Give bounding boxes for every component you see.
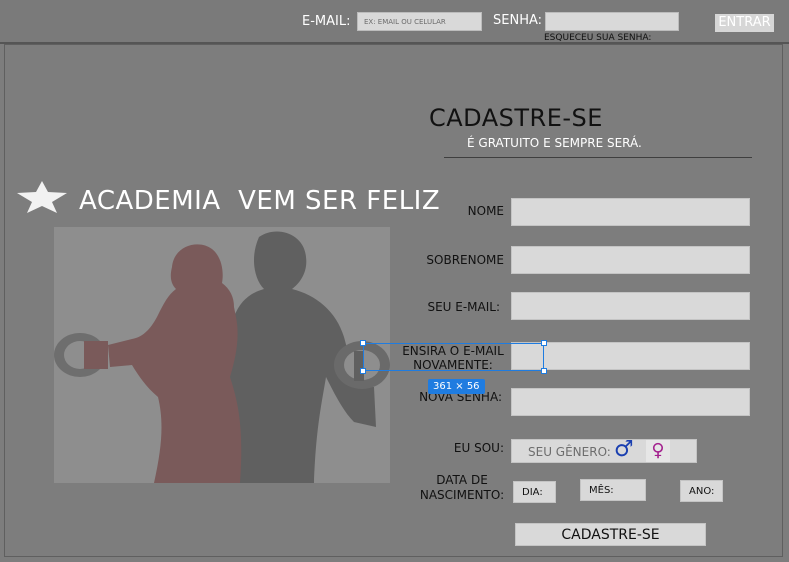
first-name-label: NOME — [467, 204, 504, 218]
login-email-placeholder: EX: EMAIL OU CELULAR — [364, 18, 446, 26]
selection-handle-top-right[interactable] — [541, 340, 547, 346]
fitness-couple-image — [54, 227, 390, 483]
selection-size-badge: 361 × 56 — [428, 379, 485, 394]
signup-submit-button[interactable]: CADASTRE-SE — [515, 523, 706, 546]
last-name-input[interactable] — [511, 246, 750, 274]
gender-placeholder: SEU GÊNERO: — [528, 445, 611, 459]
birth-date-label: DATA DE NASCIMENTO: — [419, 473, 505, 502]
selection-handle-bottom-left[interactable] — [360, 368, 366, 374]
login-password-label: SENHA: — [493, 13, 543, 28]
birth-month-select[interactable]: MÊS: — [580, 479, 646, 501]
title-divider — [444, 157, 752, 158]
selection-handle-top-left[interactable] — [360, 340, 366, 346]
gender-selector[interactable]: SEU GÊNERO: ♂ ♀ — [511, 438, 697, 463]
login-password-input[interactable] — [545, 12, 679, 31]
female-icon[interactable]: ♀ — [646, 440, 670, 462]
birth-day-select[interactable]: DIA: — [513, 481, 556, 503]
email-confirm-input[interactable] — [511, 342, 750, 370]
birth-year-select[interactable]: ANO: — [680, 480, 723, 502]
last-name-label: SOBRENOME — [426, 253, 504, 267]
login-email-input[interactable]: EX: EMAIL OU CELULAR — [357, 12, 482, 31]
selection-box[interactable] — [363, 343, 544, 371]
star-icon — [17, 181, 67, 213]
login-button[interactable]: ENTRAR — [715, 14, 774, 32]
signup-subtitle: É GRATUITO E SEMPRE SERÁ. — [467, 136, 642, 150]
email-label: SEU E-MAIL: — [427, 300, 500, 314]
login-email-label: E-MAIL: — [302, 14, 351, 29]
brand-name: ACADEMIA VEM SER FELIZ — [79, 186, 441, 216]
male-icon[interactable]: ♂ — [614, 438, 634, 462]
password-input[interactable] — [511, 388, 750, 416]
signup-title: CADASTRE-SE — [429, 104, 603, 132]
gender-label: EU SOU: — [453, 441, 504, 455]
email-input[interactable] — [511, 292, 750, 320]
first-name-input[interactable] — [511, 198, 750, 226]
forgot-password-link[interactable]: ESQUECEU SUA SENHA: — [544, 33, 651, 43]
selection-handle-bottom-right[interactable] — [541, 368, 547, 374]
